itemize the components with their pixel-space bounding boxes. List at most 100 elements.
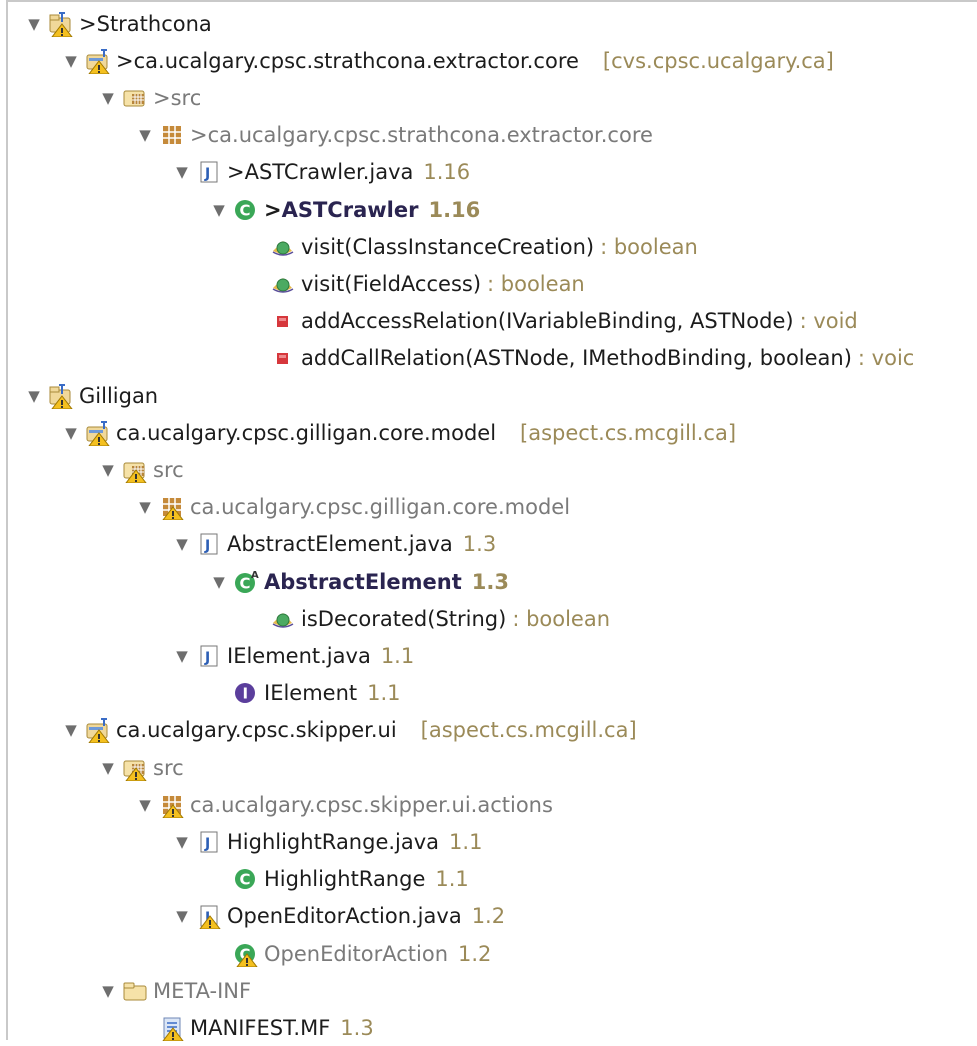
- expand-toggle-icon[interactable]: ▼: [24, 387, 44, 405]
- expand-toggle-icon[interactable]: ▼: [172, 907, 192, 925]
- expand-toggle-icon[interactable]: ▼: [61, 52, 81, 70]
- expand-toggle-icon[interactable]: ▼: [24, 15, 44, 33]
- tree-item-decoration: 1.1: [380, 643, 415, 668]
- tree-row[interactable]: ▼ META-INF: [98, 972, 251, 1009]
- tree-row[interactable]: ▼ ca.ucalgary.cpsc.gilligan.core.model: [135, 489, 570, 526]
- tree-item-decoration: : boolean: [487, 271, 585, 296]
- tree-item-label: isDecorated(String): [301, 606, 507, 631]
- java-file-icon: J: [196, 531, 222, 557]
- class-icon: C: [233, 866, 259, 892]
- tree-row[interactable]: ▼ > src: [98, 79, 201, 116]
- svg-text:I: I: [243, 685, 249, 703]
- tree-item-decoration: 1.1: [449, 829, 483, 854]
- tree-item-decoration: 1.16: [428, 197, 481, 222]
- tree-row[interactable]: ▼ J > ASTCrawler.java 1.16: [172, 154, 470, 191]
- tree-row[interactable]: ▼ > ca.ucalgary.cpsc.strathcona.extractor.…: [135, 117, 653, 154]
- method-protected-icon: [270, 606, 296, 632]
- package-warn-icon: [159, 494, 185, 521]
- tree-row[interactable]: ▼ C > ASTCrawler 1.16: [209, 191, 480, 228]
- expand-toggle-icon[interactable]: ▼: [209, 573, 229, 591]
- src-folder-warn-icon: [122, 457, 148, 483]
- tree-row[interactable]: ▼ src: [98, 451, 184, 488]
- dirty-marker: >: [227, 160, 245, 185]
- tree-item-decoration: : void: [799, 309, 858, 334]
- project-icon: [48, 11, 74, 37]
- svg-text:J: J: [204, 538, 210, 554]
- tree-row[interactable]: ▼ Gilligan: [24, 377, 158, 414]
- package-explorer-tree: ▼ > Strathcona ▼ > ca.ucalgary.cpsc.strathcon…: [6, 0, 977, 1041]
- expand-toggle-icon[interactable]: ▼: [135, 498, 155, 516]
- tree-item-label: ca.ucalgary.cpsc.gilligan.core.model: [116, 420, 497, 445]
- expand-toggle-icon[interactable]: ▼: [172, 647, 192, 665]
- tree-row[interactable]: ▼ ca.ucalgary.cpsc.gilligan.core.model [as…: [61, 414, 736, 451]
- tree-item-label: ASTCrawler: [281, 197, 419, 222]
- tree-item-decoration: [aspect.cs.mcgill.ca]: [520, 420, 737, 445]
- tree-row[interactable]: ▼CHighlightRange1.1: [209, 861, 469, 898]
- java-file-icon: J: [196, 643, 222, 669]
- tree-row[interactable]: ▼MANIFEST.MF1.3: [135, 1009, 374, 1046]
- expand-toggle-icon[interactable]: ▼: [172, 833, 192, 851]
- expand-toggle-icon[interactable]: ▼: [98, 461, 118, 479]
- package-icon: [159, 122, 185, 148]
- tree-row[interactable]: ▼visit(ClassInstanceCreation): boolean: [246, 228, 698, 265]
- tree-row[interactable]: ▼ J AbstractElement.java 1.3: [172, 526, 496, 563]
- tree-row[interactable]: ▼isDecorated(String): boolean: [246, 600, 610, 637]
- tree-row[interactable]: ▼ > ca.ucalgary.cpsc.strathcona.extractor.…: [61, 42, 834, 79]
- tree-row[interactable]: ▼ J OpenEditorAction.java 1.2: [172, 898, 505, 935]
- tree-item-label: visit(ClassInstanceCreation): [301, 234, 595, 259]
- tree-row[interactable]: ▼ ca.ucalgary.cpsc.skipper.ui [aspect.cs.m…: [61, 712, 637, 749]
- tree-row[interactable]: ▼ ca.ucalgary.cpsc.skipper.ui.actions: [135, 786, 553, 823]
- tree-item-label: OpenEditorAction: [264, 941, 449, 966]
- src-folder-icon: [122, 85, 148, 111]
- tree-row[interactable]: ▼ C A AbstractElement 1.3: [209, 563, 509, 600]
- tree-item-label: Strathcona: [96, 11, 212, 36]
- tree-item-label: HighlightRange.java: [227, 829, 440, 854]
- tree-row[interactable]: ▼visit(FieldAccess): boolean: [246, 265, 585, 302]
- tree-item-label: HighlightRange: [264, 867, 426, 892]
- tree-row[interactable]: ▼COpenEditorAction1.2: [209, 935, 491, 972]
- tree-item-label: ca.ucalgary.cpsc.skipper.ui.actions: [190, 792, 553, 817]
- manifest-file-icon: [159, 1015, 185, 1041]
- class-warn-icon: C: [233, 941, 259, 967]
- expand-toggle-icon[interactable]: ▼: [98, 982, 118, 1000]
- project-icon: [48, 383, 74, 409]
- tree-item-decoration: 1.1: [435, 867, 469, 892]
- tree-row[interactable]: ▼IIElement1.1: [209, 675, 401, 712]
- tree-item-decoration: [aspect.cs.mcgill.ca]: [420, 718, 637, 743]
- method-private-icon: [270, 345, 296, 371]
- tree-row[interactable]: ▼ > Strathcona: [24, 5, 212, 42]
- expand-toggle-icon[interactable]: ▼: [61, 721, 81, 739]
- expand-toggle-icon[interactable]: ▼: [135, 796, 155, 814]
- tree-item-decoration: [cvs.cpsc.ucalgary.ca]: [602, 48, 834, 73]
- interface-icon: I: [233, 680, 259, 706]
- tree-item-decoration: : voic: [857, 346, 915, 371]
- tree-item-label: MANIFEST.MF: [190, 1015, 331, 1040]
- tree-item-label: src: [153, 457, 184, 482]
- svg-text:A: A: [251, 570, 259, 581]
- expand-toggle-icon[interactable]: ▼: [61, 424, 81, 442]
- dirty-marker: >: [190, 123, 208, 148]
- tree-item-label: src: [153, 755, 184, 780]
- svg-text:C: C: [240, 574, 251, 592]
- tree-item-label: ASTCrawler.java: [244, 160, 414, 185]
- tree-row[interactable]: ▼addCallRelation(ASTNode, IMethodBinding…: [246, 340, 914, 377]
- dirty-marker: >: [153, 85, 171, 110]
- method-protected-icon: [270, 234, 296, 260]
- dirty-marker: >: [79, 11, 97, 36]
- expand-toggle-icon[interactable]: ▼: [172, 163, 192, 181]
- java-file-icon: J: [196, 159, 222, 185]
- method-protected-icon: [270, 271, 296, 297]
- expand-toggle-icon[interactable]: ▼: [98, 759, 118, 777]
- tree-row[interactable]: ▼ J IElement.java 1.1: [172, 637, 414, 674]
- tree-item-decoration: : boolean: [512, 606, 611, 631]
- expand-toggle-icon[interactable]: ▼: [135, 126, 155, 144]
- expand-toggle-icon[interactable]: ▼: [209, 201, 229, 219]
- expand-toggle-icon[interactable]: ▼: [98, 89, 118, 107]
- tree-row[interactable]: ▼ J HighlightRange.java 1.1: [172, 823, 482, 860]
- plugin-project-icon: [85, 48, 111, 74]
- tree-row[interactable]: ▼addAccessRelation(IVariableBinding, AST…: [246, 303, 858, 340]
- tree-item-label: visit(FieldAccess): [301, 271, 482, 296]
- tree-row[interactable]: ▼ src: [98, 749, 184, 786]
- tree-item-label: OpenEditorAction.java: [227, 904, 462, 929]
- expand-toggle-icon[interactable]: ▼: [172, 535, 192, 553]
